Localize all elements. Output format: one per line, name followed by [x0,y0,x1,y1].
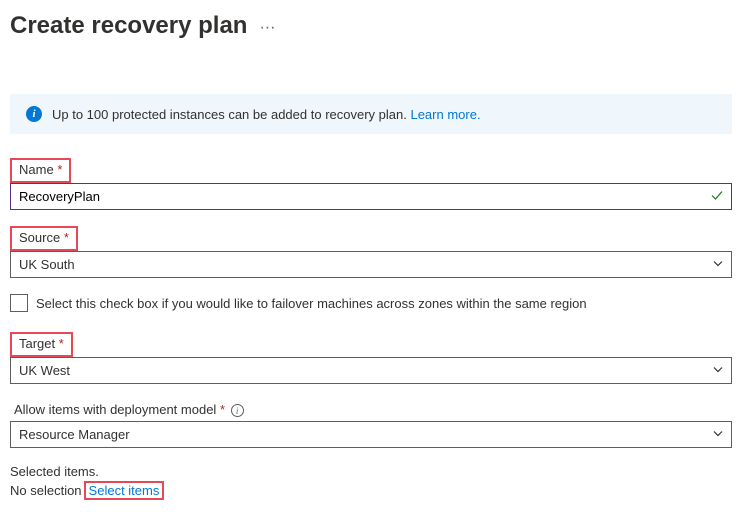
page-title: Create recovery plan [10,12,247,40]
learn-more-link[interactable]: Learn more. [410,107,480,122]
target-select[interactable]: UK West [10,357,732,384]
source-select[interactable]: UK South [10,251,732,278]
failover-zones-label: Select this check box if you would like … [36,296,587,311]
name-label-highlight: Name * [10,158,71,183]
selected-items-label: Selected items. [10,464,732,479]
target-label-highlight: Target * [10,332,73,357]
source-label: Source * [15,228,73,247]
select-items-link[interactable]: Select items [89,483,160,498]
info-text: Up to 100 protected instances can be add… [52,107,481,122]
name-input[interactable] [10,183,732,210]
deployment-model-label: Allow items with deployment model * i [10,400,248,419]
select-items-highlight: Select items [84,481,165,500]
no-selection-text: No selection [10,483,82,498]
info-tooltip-icon[interactable]: i [231,404,244,417]
info-banner: i Up to 100 protected instances can be a… [10,94,732,134]
deployment-model-select[interactable]: Resource Manager [10,421,732,448]
failover-zones-checkbox[interactable] [10,294,28,312]
info-icon: i [26,106,42,122]
more-actions-button[interactable]: ··· [259,15,275,37]
source-label-highlight: Source * [10,226,78,251]
name-label: Name * [15,160,66,179]
target-label: Target * [15,334,68,353]
